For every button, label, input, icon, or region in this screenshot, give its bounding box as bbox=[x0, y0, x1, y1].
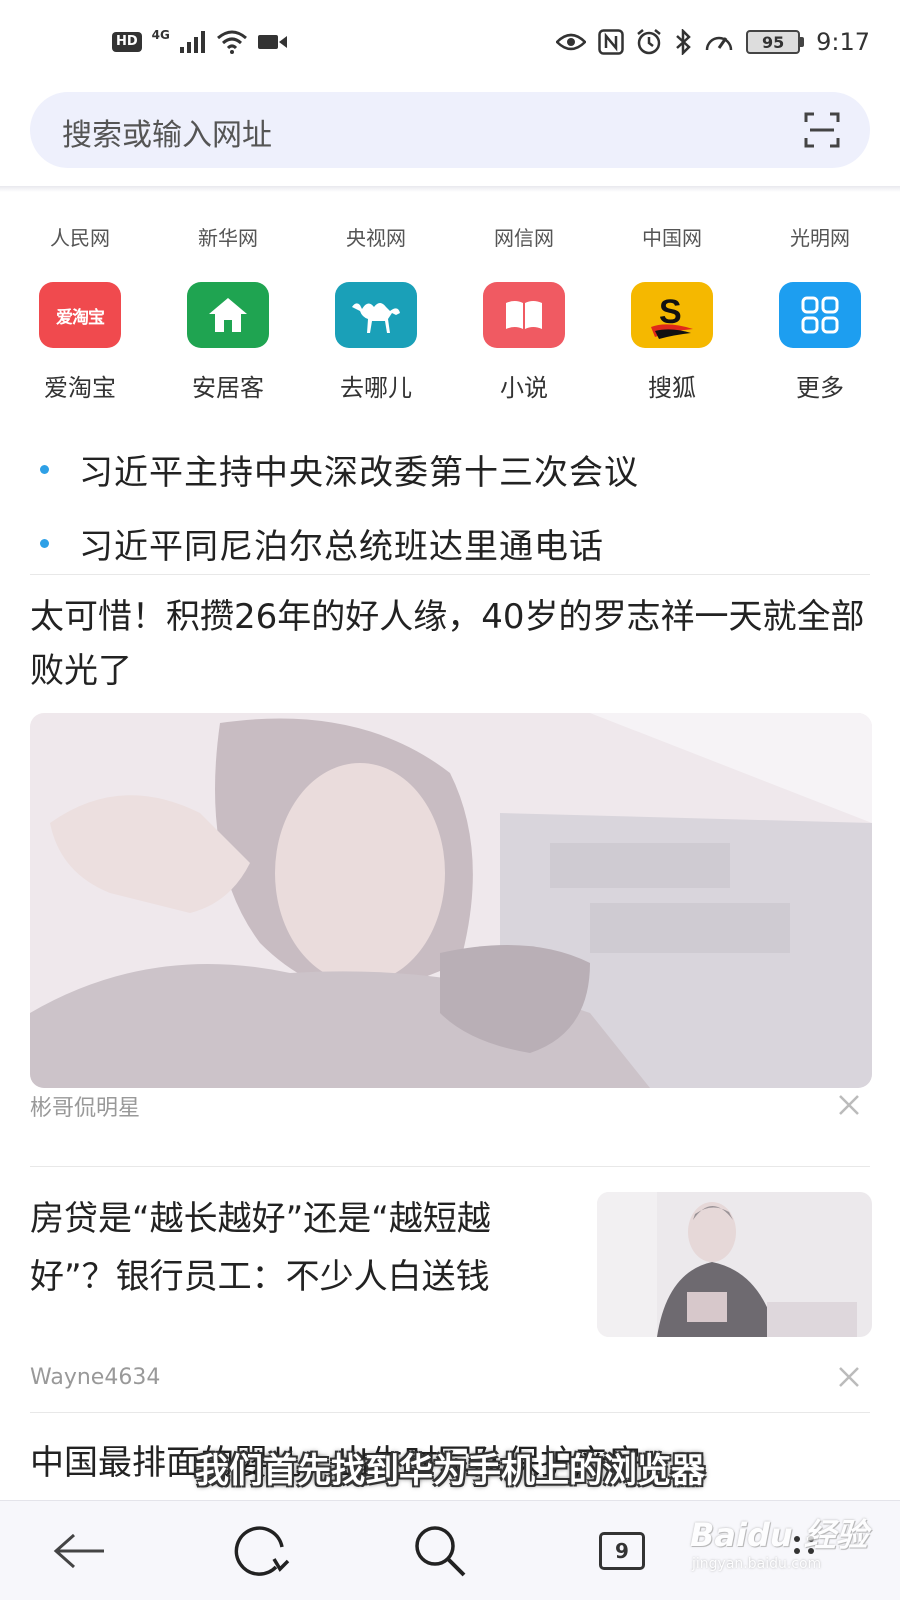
battery-level: 95 bbox=[761, 32, 785, 52]
signal-icon bbox=[179, 31, 205, 53]
quick-link[interactable]: 央视网 bbox=[316, 222, 436, 251]
watermark-main: Baidu 经验 bbox=[690, 1516, 868, 1554]
app-label: 更多 bbox=[796, 374, 844, 402]
sohu-icon: S bbox=[631, 282, 713, 348]
eye-icon bbox=[556, 33, 587, 51]
video-camera-icon bbox=[257, 35, 287, 49]
back-button[interactable] bbox=[48, 1519, 112, 1583]
wifi-icon bbox=[216, 30, 247, 54]
hd-badge: HD bbox=[112, 32, 142, 52]
close-icon[interactable] bbox=[836, 1092, 862, 1118]
app-anjuke[interactable]: 安居客 bbox=[168, 282, 288, 403]
hot-news-item[interactable]: 习近平同尼泊尔总统班达里通电话 bbox=[40, 506, 870, 580]
app-label: 爱淘宝 bbox=[44, 374, 116, 402]
video-subtitle: 我们首先找到华为手机上的浏览器 bbox=[195, 1451, 705, 1491]
network-type: 4G bbox=[151, 28, 170, 42]
baidu-jingyan-watermark: Baidu 经验 jingyan.baidu.com bbox=[690, 1510, 890, 1590]
aitaobao-icon: 爱淘宝 bbox=[39, 282, 121, 348]
app-label: 小说 bbox=[500, 374, 548, 402]
quick-link[interactable]: 人民网 bbox=[20, 222, 140, 251]
status-bar: HD 4G 95 9:17 bbox=[0, 0, 900, 88]
close-icon[interactable] bbox=[836, 1364, 862, 1390]
tab-count: 9 bbox=[615, 1539, 629, 1563]
status-left: HD 4G bbox=[112, 28, 288, 54]
divider bbox=[30, 1166, 870, 1167]
back-arrow-icon bbox=[53, 1533, 104, 1569]
app-sohu[interactable]: S 搜狐 bbox=[612, 282, 732, 403]
app-label: 去哪儿 bbox=[340, 374, 412, 402]
refresh-button[interactable] bbox=[228, 1519, 292, 1583]
search-input[interactable]: 搜索或输入网址 bbox=[30, 92, 870, 168]
article-thumbnail[interactable] bbox=[597, 1192, 872, 1337]
scan-icon[interactable] bbox=[804, 112, 840, 148]
watermark-sub: jingyan.baidu.com bbox=[692, 1556, 822, 1572]
battery-icon: 95 bbox=[746, 30, 805, 54]
app-label: 安居客 bbox=[192, 374, 264, 402]
camel-icon bbox=[335, 282, 417, 348]
app-novel[interactable]: 小说 bbox=[464, 282, 584, 403]
bluetooth-icon bbox=[676, 29, 691, 55]
search-button[interactable] bbox=[408, 1519, 472, 1583]
article-source: 彬哥侃明星 bbox=[30, 1096, 141, 1121]
hot-news-item[interactable]: 习近平主持中央深改委第十三次会议 bbox=[40, 432, 870, 506]
clock: 9:17 bbox=[816, 28, 870, 56]
hot-news-list: 习近平主持中央深改委第十三次会议 习近平同尼泊尔总统班达里通电话 bbox=[40, 432, 870, 580]
book-icon bbox=[483, 282, 565, 348]
article-image[interactable] bbox=[30, 713, 872, 1088]
house-icon bbox=[187, 282, 269, 348]
app-aitaobao[interactable]: 爱淘宝 爱淘宝 bbox=[20, 282, 140, 403]
hot-news-text: 习近平同尼泊尔总统班达里通电话 bbox=[79, 526, 604, 567]
quick-link[interactable]: 新华网 bbox=[168, 222, 288, 251]
app-qunar[interactable]: 去哪儿 bbox=[316, 282, 436, 403]
quick-link[interactable]: 光明网 bbox=[760, 222, 880, 251]
divider bbox=[30, 1412, 870, 1413]
article-title[interactable]: 房贷是“越长越好”还是“越短越好”？银行员工：不少人白送钱 bbox=[30, 1190, 570, 1306]
grid-icon bbox=[779, 282, 861, 348]
header-divider bbox=[0, 186, 900, 192]
article-source: Wayne4634 bbox=[30, 1365, 161, 1390]
nfc-icon bbox=[598, 29, 624, 55]
speedometer-icon bbox=[705, 36, 733, 51]
alarm-icon bbox=[637, 29, 661, 55]
status-right: 95 9:17 bbox=[556, 28, 870, 56]
aitaobao-icon-text: 爱淘宝 bbox=[56, 307, 105, 328]
bullet-dot-icon bbox=[40, 464, 49, 474]
refresh-icon bbox=[234, 1526, 290, 1576]
tabs-count-icon: 9 bbox=[599, 1532, 645, 1570]
search-placeholder: 搜索或输入网址 bbox=[62, 118, 272, 153]
app-shortcuts: 爱淘宝 爱淘宝 安居客 去哪儿 小说 S 搜狐 更多 bbox=[20, 282, 880, 403]
quick-links: 人民网 新华网 央视网 网信网 中国网 光明网 bbox=[20, 222, 880, 251]
bullet-dot-icon bbox=[40, 538, 49, 548]
app-label: 搜狐 bbox=[648, 374, 696, 402]
article-title[interactable]: 太可惜！积攒26年的好人缘，40岁的罗志祥一天就全部败光了 bbox=[30, 590, 875, 698]
quick-link[interactable]: 中国网 bbox=[612, 222, 732, 251]
search-icon bbox=[415, 1526, 466, 1577]
quick-link[interactable]: 网信网 bbox=[464, 222, 584, 251]
app-more[interactable]: 更多 bbox=[760, 282, 880, 403]
divider bbox=[30, 574, 870, 575]
hot-news-text: 习近平主持中央深改委第十三次会议 bbox=[79, 452, 639, 493]
tabs-button[interactable]: 9 bbox=[590, 1519, 654, 1583]
